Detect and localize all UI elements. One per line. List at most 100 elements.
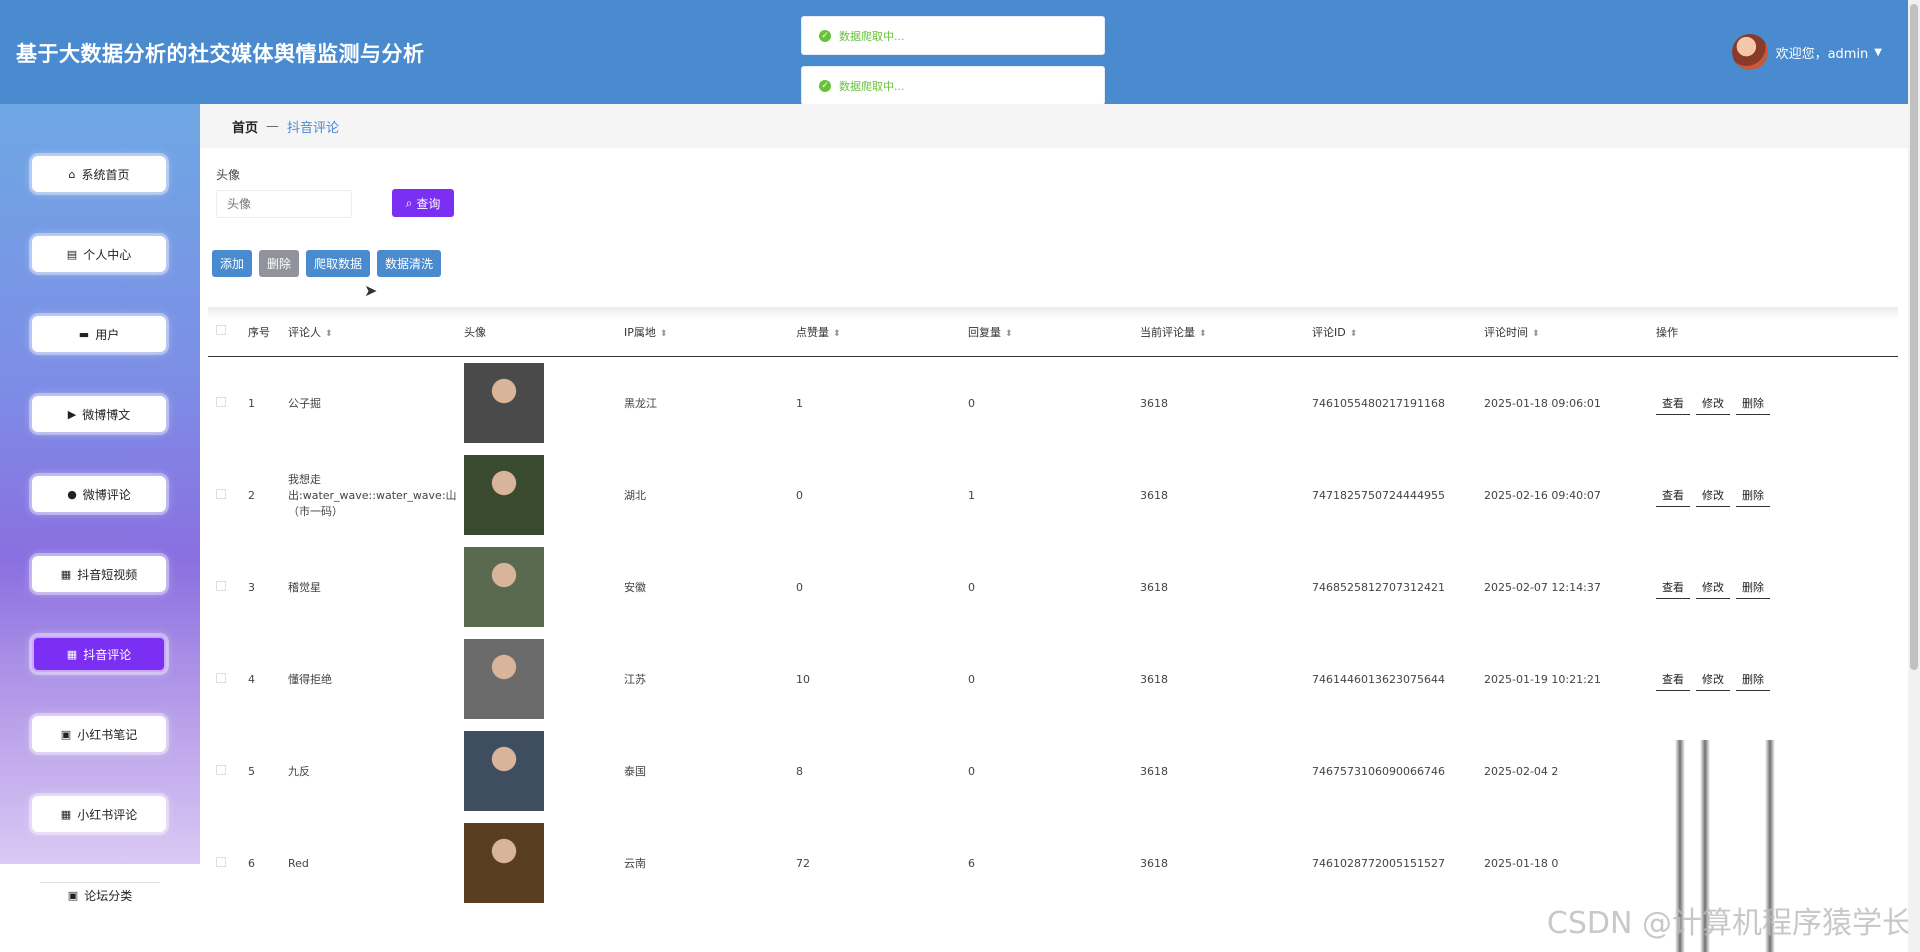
sidebar-item-profile[interactable]: ▤ 个人中心	[32, 236, 166, 272]
reply-count: 1	[968, 488, 975, 502]
row-checkbox-cell	[208, 488, 244, 502]
avatar-cell	[460, 547, 620, 627]
row-checkbox[interactable]	[216, 672, 226, 683]
grid-icon: ▦	[66, 647, 78, 661]
edit-button[interactable]: 修改	[1696, 576, 1730, 599]
row-delete-button[interactable]: 删除	[1736, 392, 1770, 415]
sort-icon[interactable]: ⬍	[1199, 329, 1207, 339]
reply-count: 0	[968, 396, 975, 410]
scrollbar-thumb[interactable]	[1910, 4, 1918, 670]
row-delete-button[interactable]: 删除	[1736, 484, 1770, 507]
row-checkbox[interactable]	[216, 396, 226, 407]
reply-count: 0	[968, 672, 975, 686]
avatar-thumbnail[interactable]	[464, 363, 544, 443]
comment-id: 7471825750724444955	[1312, 488, 1445, 502]
view-button[interactable]: 查看	[1656, 484, 1690, 507]
comment-time: 2025-01-19 10:21:21	[1484, 672, 1601, 686]
table-row: 5 九反 泰国 8 0 3618 7467573106090066746 2025-02-04…	[208, 725, 1898, 817]
vertical-scrollbar[interactable]	[1908, 0, 1920, 952]
comment-count: 3618	[1140, 764, 1168, 778]
table-row: 2 我想走出:water_wave::water_wave:山（市一码） 湖北 0 1 3…	[208, 449, 1898, 541]
row-checkbox-cell	[208, 764, 244, 778]
commenter-name: 九反	[288, 765, 310, 778]
avatar-thumbnail[interactable]	[464, 823, 544, 903]
sidebar-item-douyin-videos[interactable]: ▦ 抖音短视频	[32, 556, 166, 592]
breadcrumb: 首页 — 抖音评论	[200, 104, 1908, 148]
like-count: 0	[796, 488, 803, 502]
sidebar-item-xhs-comments[interactable]: ▦ 小红书评论	[32, 796, 166, 832]
sidebar-item-forum-category[interactable]: ▣ 论坛分类	[40, 882, 160, 908]
sort-icon[interactable]: ⬍	[660, 329, 668, 339]
monitor-icon: ▬	[78, 327, 90, 341]
grid-icon: ▦	[60, 807, 72, 821]
table-body: 1 公子掘 黑龙江 1 0 3618 7461055480217191168 2025-01-…	[208, 357, 1898, 909]
row-checkbox[interactable]	[216, 856, 226, 867]
col-header[interactable]: 评论时间 ⬍	[1480, 324, 1652, 340]
row-checkbox[interactable]	[216, 488, 226, 499]
commenter-name: Red	[288, 856, 309, 870]
row-delete-button[interactable]: 删除	[1736, 668, 1770, 691]
breadcrumb-home[interactable]: 首页	[232, 117, 258, 136]
col-header: 头像	[464, 325, 486, 339]
sort-icon[interactable]: ⬍	[1005, 329, 1013, 339]
view-button[interactable]: 查看	[1656, 668, 1690, 691]
like-count: 1	[796, 396, 803, 410]
avatar-thumbnail[interactable]	[464, 731, 544, 811]
col-header[interactable]: 回复量 ⬍	[964, 324, 1136, 340]
row-number: 1	[248, 396, 255, 410]
row-delete-button[interactable]: 删除	[1736, 576, 1770, 599]
col-header[interactable]: 评论ID ⬍	[1308, 324, 1480, 340]
sidebar-item-weibo-posts[interactable]: ▶ 微博博文	[32, 396, 166, 432]
comment-time: 2025-02-07 12:14:37	[1484, 580, 1601, 594]
clipboard-icon: ▣	[60, 727, 72, 741]
add-button[interactable]: 添加	[212, 250, 253, 277]
row-number: 5	[248, 764, 255, 778]
crawl-data-button[interactable]: 爬取数据	[306, 250, 371, 277]
commenter-name: 公子掘	[288, 397, 321, 410]
avatar-thumbnail[interactable]	[464, 639, 544, 719]
toast-message: ✓ 数据爬取中...	[801, 66, 1105, 105]
view-button[interactable]: 查看	[1656, 392, 1690, 415]
row-number: 3	[248, 580, 255, 594]
edit-button[interactable]: 修改	[1696, 484, 1730, 507]
commenter-name: 稽觉星	[288, 581, 321, 594]
video-icon: ▶	[67, 407, 77, 421]
sort-icon[interactable]: ⬍	[1350, 329, 1358, 339]
sort-icon[interactable]: ⬍	[833, 329, 841, 339]
user-menu[interactable]: 欢迎您，admin ▼	[1731, 34, 1882, 70]
row-checkbox[interactable]	[216, 764, 226, 775]
edit-button[interactable]: 修改	[1696, 392, 1730, 415]
col-header[interactable]: IP属地 ⬍	[620, 324, 792, 340]
sidebar-item-weibo-comments[interactable]: ● 微博评论	[32, 476, 166, 512]
col-header[interactable]: 当前评论量 ⬍	[1136, 324, 1308, 340]
mouse-cursor-icon: ➤	[364, 281, 378, 300]
col-header[interactable]: 点赞量 ⬍	[792, 324, 964, 340]
avatar-cell	[460, 731, 620, 811]
col-header[interactable]: 评论人 ⬍	[284, 324, 460, 340]
sort-icon[interactable]: ⬍	[325, 329, 333, 339]
view-button[interactable]: 查看	[1656, 576, 1690, 599]
row-checkbox[interactable]	[216, 580, 226, 591]
avatar-cell	[460, 823, 620, 903]
sort-icon[interactable]: ⬍	[1532, 329, 1540, 339]
sidebar-item-home[interactable]: ⌂ 系统首页	[32, 156, 166, 192]
ip-location: 安徽	[624, 581, 646, 594]
row-checkbox-cell	[208, 856, 244, 870]
row-actions: 查看 修改 删除	[1652, 576, 1802, 599]
caret-down-icon: ▼	[1874, 46, 1882, 58]
action-toolbar: 添加 删除 爬取数据 数据清洗	[212, 250, 442, 277]
data-clean-button[interactable]: 数据清洗	[377, 250, 442, 277]
search-button[interactable]: ⌕ 查询	[392, 189, 454, 217]
toast-message: ✓ 数据爬取中...	[801, 16, 1105, 55]
select-all-checkbox[interactable]	[216, 325, 226, 335]
edit-button[interactable]: 修改	[1696, 668, 1730, 691]
avatar-search-input[interactable]	[216, 190, 352, 218]
avatar-thumbnail[interactable]	[464, 547, 544, 627]
search-icon: ⌕	[405, 195, 413, 210]
sidebar-item-douyin-comments[interactable]: ▦ 抖音评论	[32, 636, 166, 672]
breadcrumb-separator: —	[266, 118, 280, 134]
avatar-thumbnail[interactable]	[464, 455, 544, 535]
sidebar-item-xhs-notes[interactable]: ▣ 小红书笔记	[32, 716, 166, 752]
sidebar-item-users[interactable]: ▬ 用户	[32, 316, 166, 352]
delete-button[interactable]: 删除	[259, 250, 300, 277]
